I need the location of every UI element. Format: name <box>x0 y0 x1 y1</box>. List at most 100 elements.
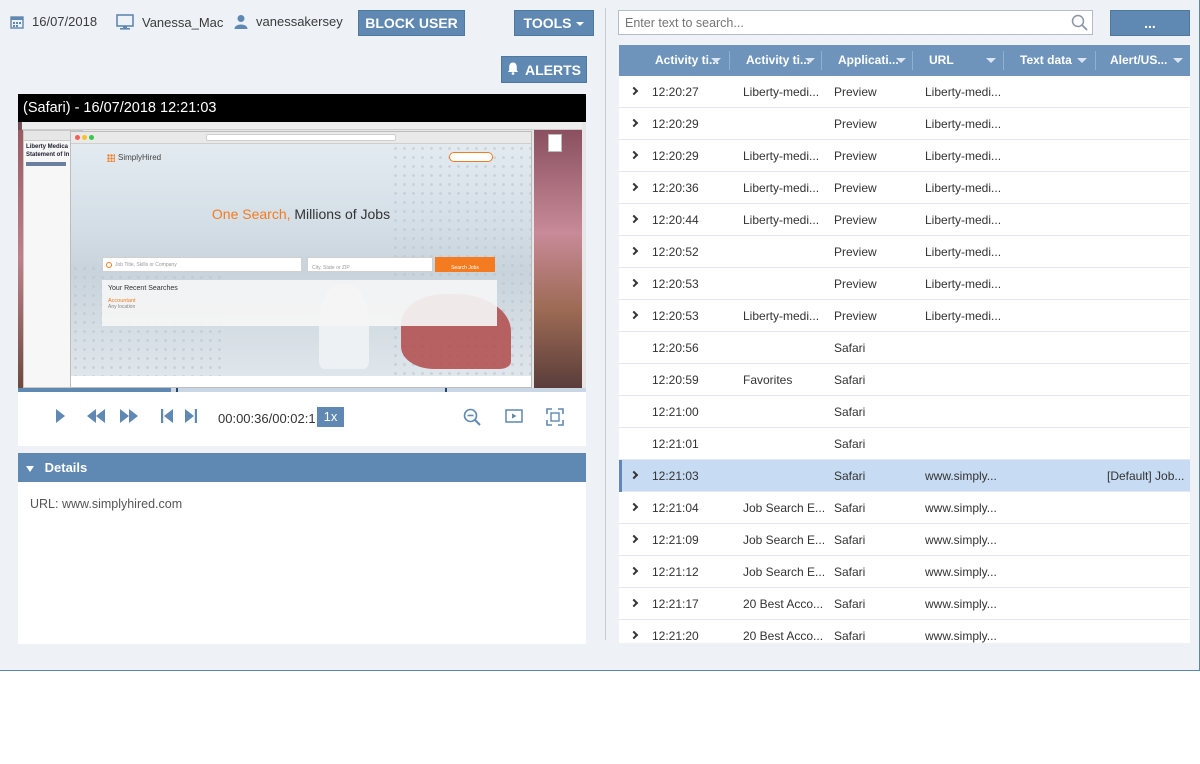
sort-arrow-icon <box>1173 58 1183 63</box>
table-row[interactable]: 12:20:52 Preview Liberty-medi... <box>619 236 1190 268</box>
cell-activity-title <box>743 236 828 268</box>
table-row[interactable]: 12:21:04 Job Search E... Safari www.simply.… <box>619 492 1190 524</box>
zoom-out-icon[interactable] <box>463 408 481 431</box>
cell-activity-title <box>743 396 828 428</box>
browser-address-bar <box>206 134 396 141</box>
expand-chevron-icon[interactable] <box>629 118 639 128</box>
expand-chevron-icon[interactable] <box>629 310 639 320</box>
column-header-time[interactable]: Activity ti... <box>655 45 725 76</box>
expand-chevron-icon[interactable] <box>629 278 639 288</box>
grid-header: Activity ti... Activity ti... Applicati.… <box>619 45 1190 76</box>
cell-activity-title: Job Search E... <box>743 565 826 579</box>
table-row[interactable]: 12:21:01 Safari <box>619 428 1190 460</box>
table-row[interactable]: 12:20:59 Favorites Safari <box>619 364 1190 396</box>
table-row-selected[interactable]: 12:21:03 Safari www.simply... [Default] Job… <box>619 460 1190 492</box>
expand-chevron-icon[interactable] <box>629 214 639 224</box>
mac-menu-bar <box>22 122 582 130</box>
cell-text-data <box>1017 300 1102 332</box>
cell-application: Safari <box>834 469 866 483</box>
table-row[interactable]: 12:21:00 Safari <box>619 396 1190 428</box>
cell-url: Liberty-medi... <box>925 117 1002 131</box>
playback-speed-button[interactable]: 1x <box>317 407 344 427</box>
table-row[interactable]: 12:20:29 Preview Liberty-medi... <box>619 108 1190 140</box>
cell-activity-title <box>743 332 828 364</box>
search-icon[interactable] <box>1071 14 1088 36</box>
sort-arrow-icon <box>896 58 906 63</box>
table-row[interactable]: 12:20:44 Liberty-medi... Preview Liberty-me… <box>619 204 1190 236</box>
table-row[interactable]: 12:21:17 20 Best Acco... Safari www.simply.… <box>619 588 1190 620</box>
panel-divider[interactable] <box>605 8 606 640</box>
tools-label: TOOLS <box>523 15 572 31</box>
column-header-text-data[interactable]: Text data <box>1020 45 1095 76</box>
fast-forward-icon[interactable] <box>119 408 139 429</box>
cell-activity-time: 12:20:29 <box>652 149 699 163</box>
column-header-alert[interactable]: Alert/US... <box>1110 45 1190 76</box>
rewind-icon[interactable] <box>86 408 106 429</box>
column-header-title[interactable]: Activity ti... <box>746 45 826 76</box>
table-row[interactable]: 12:20:53 Liberty-medi... Preview Liberty-me… <box>619 300 1190 332</box>
cell-text-data <box>1017 620 1102 643</box>
player-controls: 00:00:36/00:02:1 1x <box>18 392 586 446</box>
cell-activity-time: 12:21:00 <box>652 405 699 419</box>
cell-url <box>925 396 1010 428</box>
cell-activity-time: 12:20:56 <box>652 341 699 355</box>
table-row[interactable]: 12:20:27 Liberty-medi... Preview Liberty-me… <box>619 76 1190 108</box>
details-header[interactable]: Details <box>18 453 586 482</box>
search-input[interactable] <box>619 11 1059 34</box>
expand-chevron-icon[interactable] <box>629 598 639 608</box>
cell-application: Safari <box>834 373 866 387</box>
column-header-application[interactable]: Applicati... <box>838 45 918 76</box>
cell-activity-title: Job Search E... <box>743 501 826 515</box>
cell-text-data <box>1017 236 1102 268</box>
skip-end-icon[interactable] <box>184 408 198 429</box>
cell-alert <box>1107 364 1190 396</box>
expand-chevron-icon[interactable] <box>629 150 639 160</box>
cell-activity-title: Liberty-medi... <box>743 309 820 323</box>
fit-screen-icon[interactable] <box>505 408 523 429</box>
cell-activity-title: 20 Best Acco... <box>743 597 824 611</box>
alerts-button[interactable]: ALERTS <box>501 56 587 83</box>
recorded-screenshot[interactable]: Liberty Medica Statement of In SimplyHir… <box>18 122 586 388</box>
table-row[interactable]: 12:21:20 20 Best Acco... Safari www.simply.… <box>619 620 1190 643</box>
expand-chevron-icon[interactable] <box>629 246 639 256</box>
cell-activity-time: 12:20:29 <box>652 117 699 131</box>
cell-activity-title <box>743 460 828 492</box>
date-label: 16/07/2018 <box>32 14 98 29</box>
expand-chevron-icon[interactable] <box>629 86 639 96</box>
cell-text-data <box>1017 428 1102 460</box>
cell-application: Safari <box>834 405 866 419</box>
cell-activity-time: 12:20:53 <box>652 277 699 291</box>
cell-application: Preview <box>834 85 877 99</box>
expand-chevron-icon[interactable] <box>629 534 639 544</box>
block-user-button[interactable]: BLOCK USER <box>358 10 465 36</box>
table-row[interactable]: 12:21:12 Job Search E... Safari www.simply.… <box>619 556 1190 588</box>
browser-toolbar <box>71 132 531 144</box>
table-row[interactable]: 12:20:53 Preview Liberty-medi... <box>619 268 1190 300</box>
expand-chevron-icon[interactable] <box>629 182 639 192</box>
cell-alert <box>1107 588 1190 620</box>
tools-button[interactable]: TOOLS <box>514 10 594 36</box>
column-header-url[interactable]: URL <box>929 45 1004 76</box>
expand-chevron-icon[interactable] <box>629 470 639 480</box>
site-headline: One Search, Millions of Jobs <box>211 206 391 222</box>
skip-start-icon[interactable] <box>160 408 174 429</box>
cell-activity-time: 12:20:53 <box>652 309 699 323</box>
cell-activity-title: Liberty-medi... <box>743 85 820 99</box>
play-icon[interactable] <box>54 408 66 429</box>
table-row[interactable]: 12:20:56 Safari <box>619 332 1190 364</box>
table-row[interactable]: 12:20:29 Liberty-medi... Preview Liberty-me… <box>619 140 1190 172</box>
details-body: URL: www.simplyhired.com <box>18 482 586 644</box>
cell-application: Preview <box>834 277 877 291</box>
cell-text-data <box>1017 172 1102 204</box>
cell-activity-time: 12:21:09 <box>652 533 699 547</box>
expand-chevron-icon[interactable] <box>629 566 639 576</box>
table-row[interactable]: 12:21:09 Job Search E... Safari www.simply.… <box>619 524 1190 556</box>
expand-chevron-icon[interactable] <box>629 502 639 512</box>
fullscreen-icon[interactable] <box>546 408 564 431</box>
expand-chevron-icon[interactable] <box>629 630 639 640</box>
cell-text-data <box>1017 204 1102 236</box>
bell-icon <box>507 62 519 78</box>
more-options-button[interactable]: ... <box>1110 10 1190 36</box>
selection-indicator <box>619 460 622 492</box>
table-row[interactable]: 12:20:36 Liberty-medi... Preview Liberty-me… <box>619 172 1190 204</box>
